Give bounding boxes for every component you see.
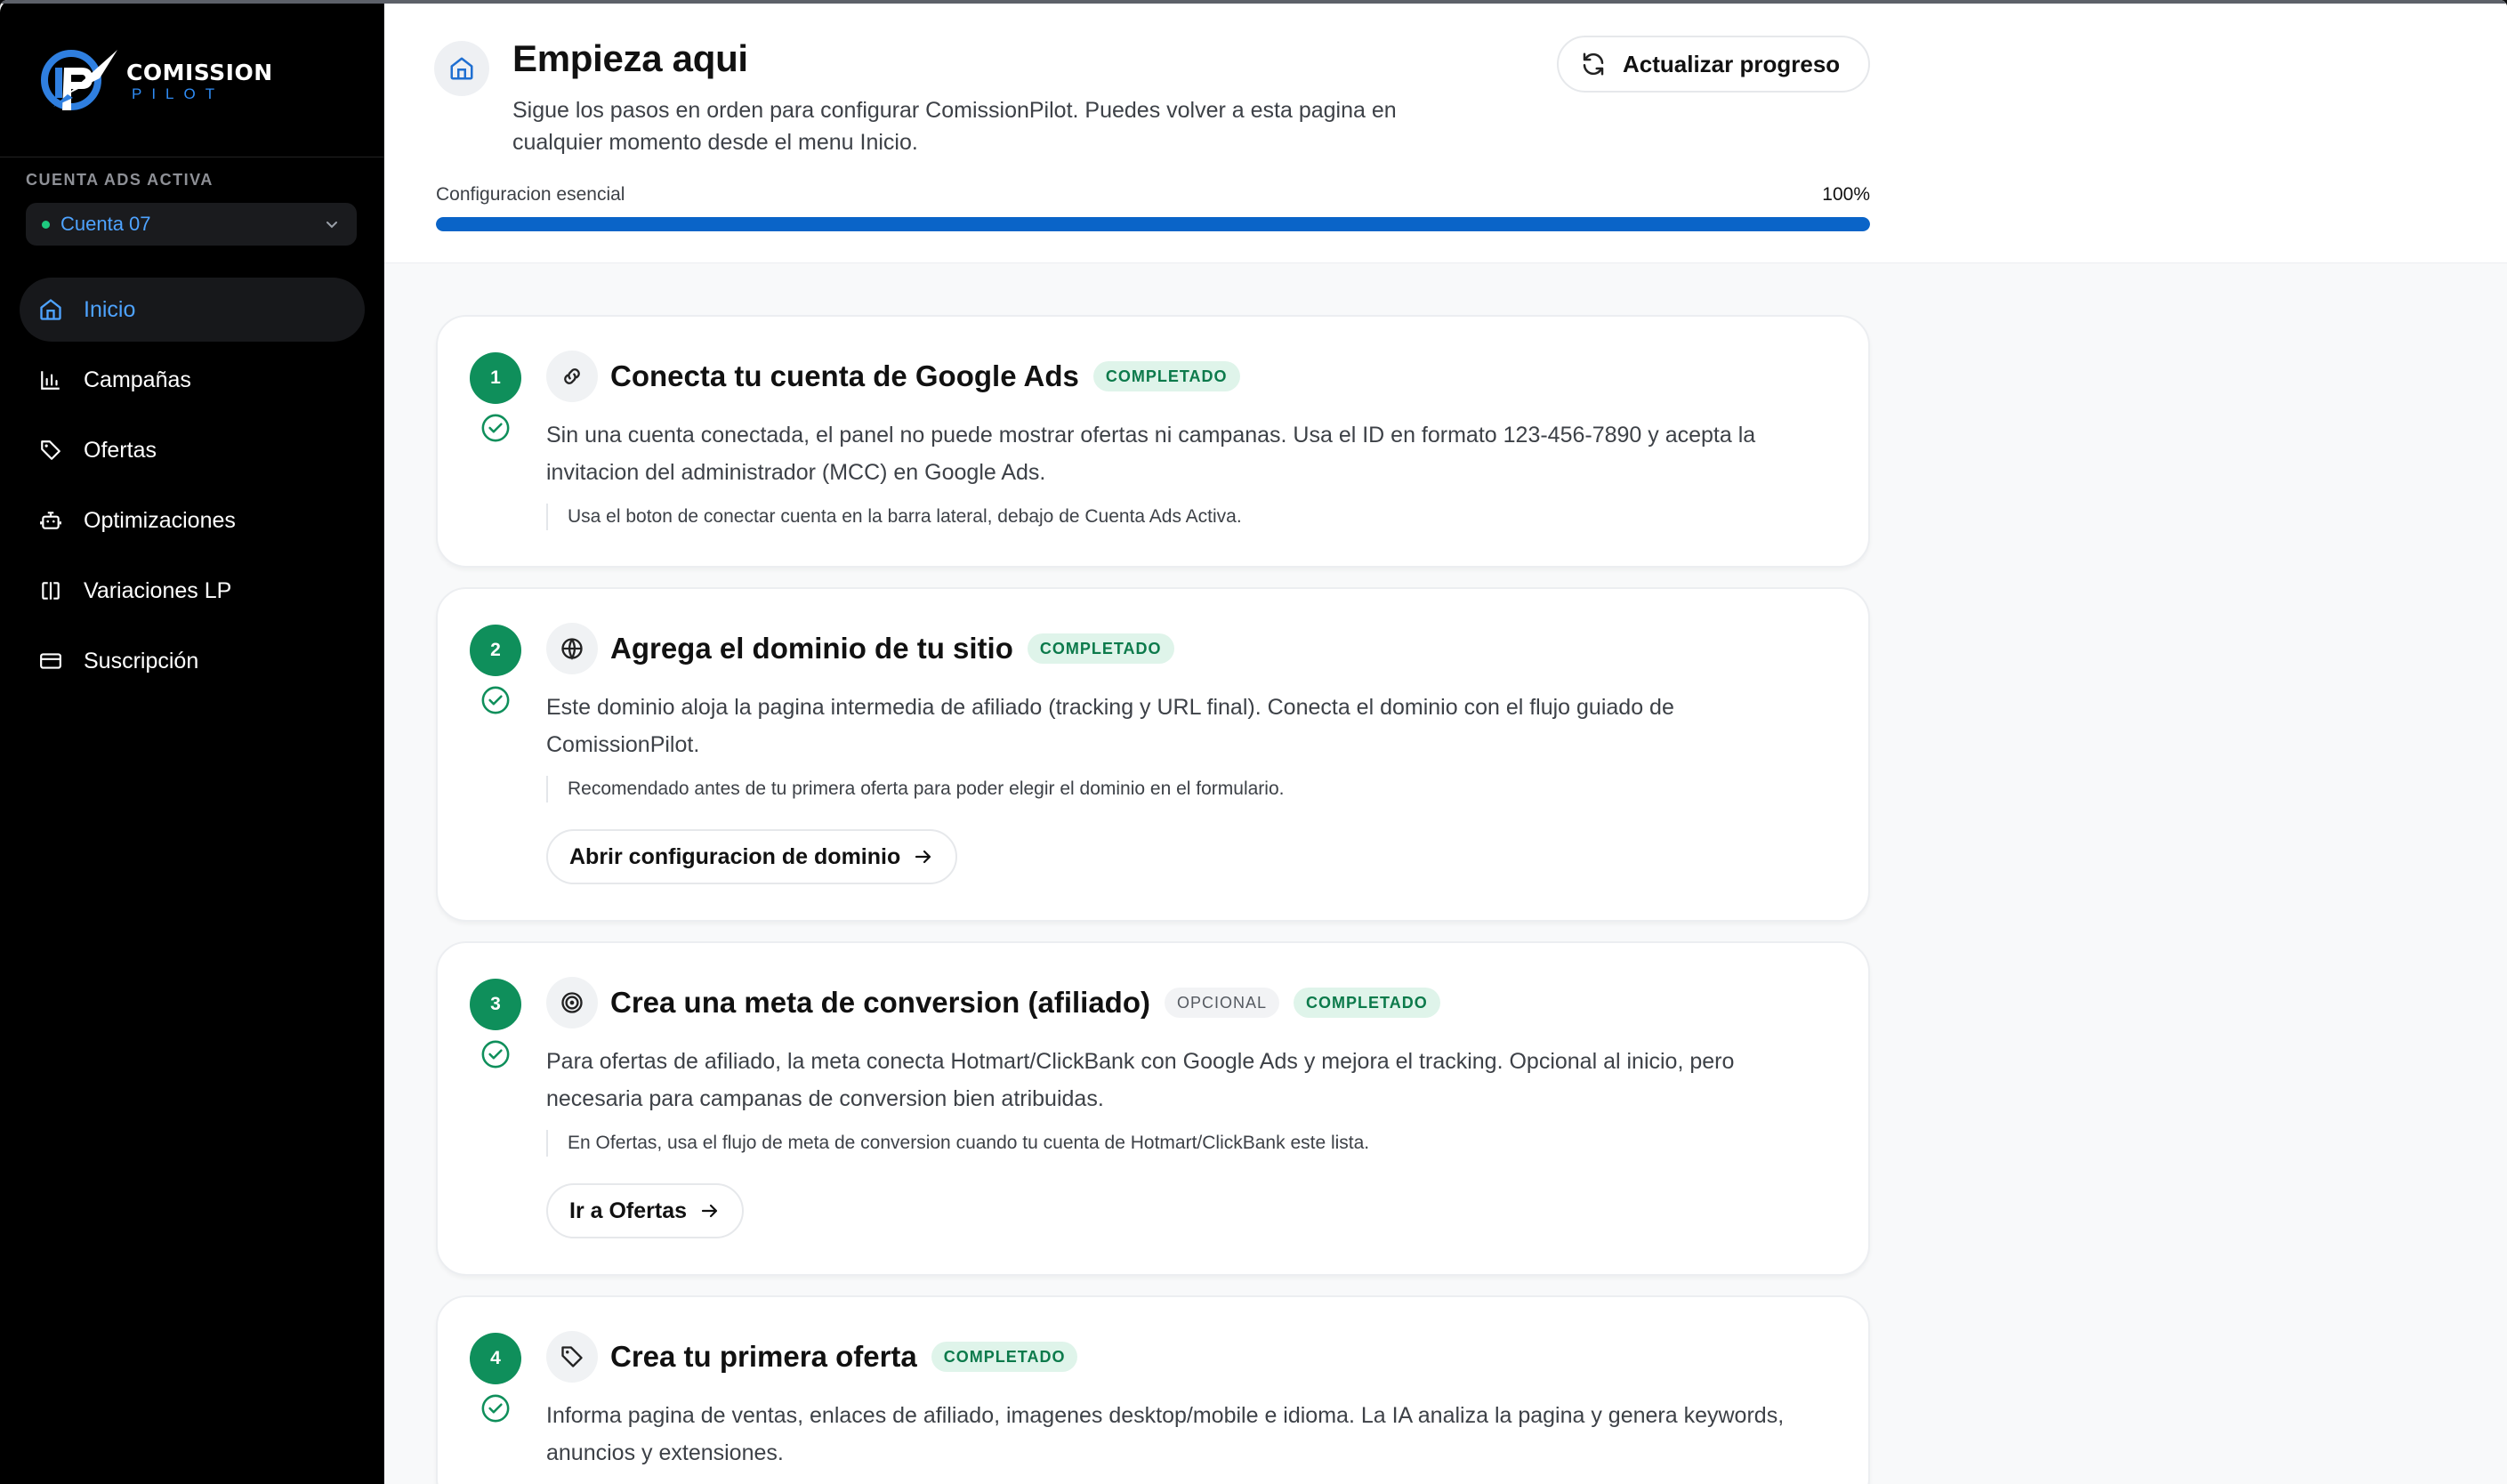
account-label: CUENTA ADS ACTIVA (26, 171, 214, 189)
steps-list: 1 Conecta tu cuenta de Google Ads COMPLE… (436, 315, 1870, 1484)
sidebar-item-optimizaciones[interactable]: Optimizaciones (20, 488, 365, 552)
account-name: Cuenta 07 (60, 213, 151, 235)
step-number: 2 (470, 625, 521, 676)
logo-mark-icon (37, 41, 123, 121)
tag-icon (37, 437, 64, 464)
credit-card-icon (37, 648, 64, 674)
step-card-1: 1 Conecta tu cuenta de Google Ads COMPLE… (436, 315, 1870, 568)
page-title: Empieza aqui (512, 37, 748, 79)
home-icon (37, 296, 64, 323)
bot-icon (37, 507, 64, 534)
split-icon (37, 577, 64, 604)
account-status-dot (42, 220, 50, 229)
check-circle-icon (481, 414, 510, 442)
step-description: Sin una cuenta conectada, el panel no pu… (546, 423, 1756, 485)
step-title: Conecta tu cuenta de Google Ads (610, 359, 1079, 392)
step-description: Informa pagina de ventas, enlaces de afi… (546, 1403, 1785, 1465)
status-badge: COMPLETADO (931, 1342, 1078, 1372)
step-hint: Usa el boton de conectar cuenta en la ba… (546, 504, 1815, 530)
optional-badge: OPCIONAL (1165, 988, 1280, 1018)
arrow-right-icon (915, 850, 931, 864)
sidebar-item-label: Campañas (84, 367, 191, 392)
open-domain-config-button[interactable]: Abrir configuracion de dominio (546, 829, 958, 884)
sidebar-item-ofertas[interactable]: Ofertas (20, 418, 365, 482)
arrow-right-icon (701, 1204, 718, 1218)
step-description: Este dominio aloja la pagina intermedia … (546, 695, 1674, 757)
account-select[interactable]: Cuenta 07 (26, 203, 357, 246)
brand-name-line2: PILOT (132, 85, 225, 102)
step-hint: En Ofertas, usa el flujo de meta de conv… (546, 1130, 1815, 1157)
status-badge: COMPLETADO (1092, 361, 1240, 391)
home-icon (434, 41, 489, 96)
sidebar-item-label: Inicio (84, 296, 136, 322)
step-title: Agrega el dominio de tu sitio (610, 632, 1013, 665)
check-circle-icon (481, 1394, 510, 1423)
progress-label: Configuracion esencial (436, 184, 625, 205)
progress-percent: 100% (1822, 184, 1870, 205)
button-label: Ir a Ofertas (569, 1198, 688, 1223)
step-number: 4 (470, 1333, 521, 1384)
brand-logo[interactable]: COMISSION PILOT (37, 41, 272, 121)
brand-name-line1: COMISSION (126, 59, 273, 85)
step-title: Crea tu primera oferta (610, 1340, 917, 1373)
page-header: Empieza aqui Sigue los pasos en orden pa… (384, 0, 2507, 263)
step-card-3: 3 Crea una meta de conversion (afiliado)… (436, 941, 1870, 1276)
step-hint: Recomendado antes de tu primera oferta p… (546, 776, 1815, 802)
progress-bar-fill (436, 217, 1870, 231)
link-icon (546, 351, 598, 402)
step-card-4: 4 Crea tu primera oferta COMPLETADO Info… (436, 1295, 1870, 1484)
button-label: Abrir configuracion de dominio (569, 843, 901, 869)
refresh-progress-button[interactable]: Actualizar progreso (1557, 36, 1870, 93)
step-number: 1 (470, 352, 521, 404)
sidebar-item-label: Suscripción (84, 648, 199, 673)
sidebar-item-inicio[interactable]: Inicio (20, 278, 365, 342)
sidebar-item-label: Variaciones LP (84, 577, 232, 603)
status-badge: COMPLETADO (1294, 988, 1440, 1018)
progress-bar (436, 217, 1870, 231)
bar-chart-icon (37, 367, 64, 393)
sidebar-item-campanas[interactable]: Campañas (20, 348, 365, 412)
step-title: Crea una meta de conversion (afiliado) (610, 986, 1150, 1019)
page-subtitle: Sigue los pasos en orden para configurar… (512, 98, 1397, 155)
sidebar-item-label: Ofertas (84, 437, 157, 463)
step-card-2: 2 Agrega el dominio de tu sitio COMPLETA… (436, 587, 1870, 922)
check-circle-icon (481, 686, 510, 714)
sidebar-nav: Inicio Campañas Ofertas Optimizaciones V… (20, 278, 365, 699)
status-badge: COMPLETADO (1027, 633, 1174, 664)
globe-icon (546, 623, 598, 674)
app-window: COMISSION PILOT CUENTA ADS ACTIVA Cuenta… (0, 0, 2507, 1484)
sidebar-item-variaciones-lp[interactable]: Variaciones LP (20, 559, 365, 623)
refresh-progress-label: Actualizar progreso (1623, 50, 1841, 77)
sidebar-item-label: Optimizaciones (84, 507, 236, 533)
refresh-icon (1583, 52, 1604, 76)
sidebar-item-suscripcion[interactable]: Suscripción (20, 629, 365, 693)
go-to-offers-button[interactable]: Ir a Ofertas (546, 1183, 745, 1238)
main-content: Empieza aqui Sigue los pasos en orden pa… (384, 0, 2507, 1484)
chevron-down-icon (326, 222, 337, 229)
step-number: 3 (470, 979, 521, 1030)
tag-icon (546, 1331, 598, 1383)
step-description: Para ofertas de afiliado, la meta conect… (546, 1049, 1735, 1111)
check-circle-icon (481, 1040, 510, 1069)
sidebar: COMISSION PILOT CUENTA ADS ACTIVA Cuenta… (0, 0, 384, 1484)
target-icon (546, 977, 598, 1028)
window-top-border (0, 0, 2507, 4)
